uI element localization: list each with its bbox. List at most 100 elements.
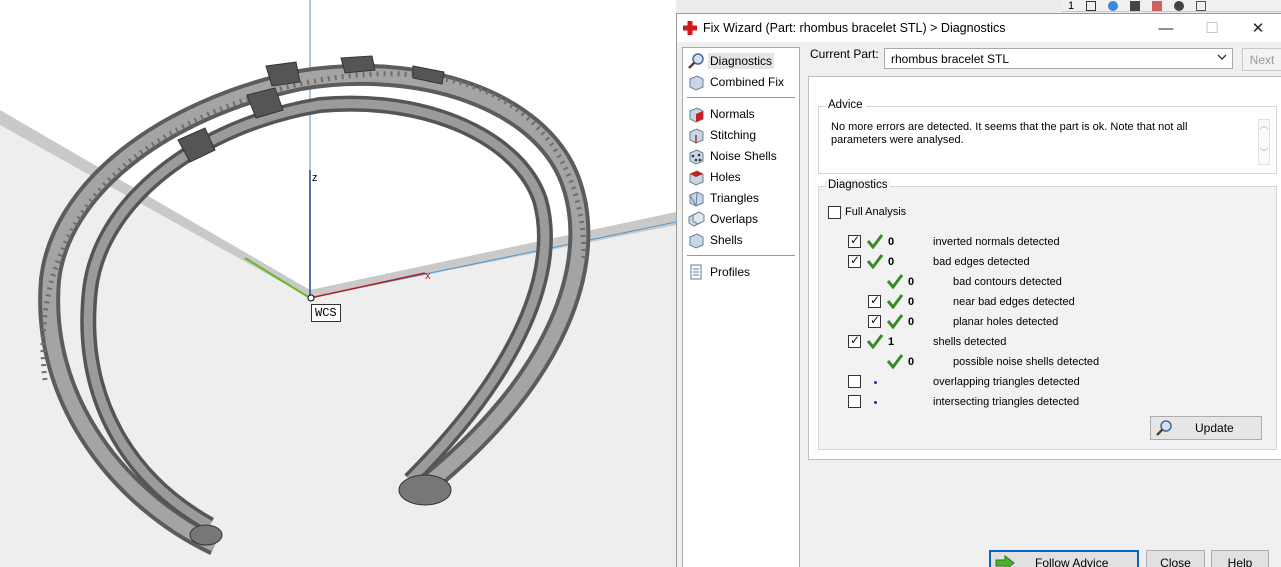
planar-holes-label: planar holes detected [953,316,1059,328]
nav-label: Overlaps [710,211,759,226]
nav-divider [687,255,795,256]
cube-outline-icon[interactable] [1196,0,1207,11]
nav-item-overlaps[interactable]: Overlaps [683,208,799,229]
planar-holes-checkbox[interactable] [868,313,881,328]
planar-holes-count: 0 [908,316,915,328]
nav-item-stitching[interactable]: Stitching [683,124,799,145]
scroll-down-icon[interactable]: ﹀ [1259,147,1269,158]
diagnostics-panel: Advice No more errors are detected. It s… [808,76,1281,460]
holes-cube-icon [689,169,704,186]
checkbox-icon[interactable] [1086,0,1097,11]
bad-edges-checkbox[interactable] [848,253,861,268]
help-button[interactable]: Help [1211,550,1269,567]
nav-label: Stitching [710,127,757,142]
sphere-icon[interactable] [1174,0,1185,11]
current-part-select[interactable]: rhombus bracelet STL [884,48,1233,69]
full-analysis-checkbox[interactable] [828,206,841,219]
nav-divider [687,97,795,98]
title-bar[interactable]: Fix Wizard (Part: rhombus bracelet STL) … [677,14,1281,42]
document-icon [690,264,702,279]
nav-label: Triangles [710,190,759,205]
nav-item-noise-shells[interactable]: Noise Shells [683,145,799,166]
stitching-cube-icon [689,127,704,144]
toolbar-value[interactable]: 1 [1068,0,1074,12]
3d-viewport[interactable]: z x WCS [0,0,676,567]
green-check-icon [866,254,884,269]
full-analysis-label: Full Analysis [845,206,907,218]
nav-label: Normals [710,106,755,121]
fix-wizard-dialog: Fix Wizard (Part: rhombus bracelet STL) … [676,13,1281,567]
noise-shells-icon [689,148,704,165]
current-part-label: Current Part: [810,47,879,61]
noise-shells-label: possible noise shells detected [953,356,1100,368]
follow-advice-button[interactable]: Follow Advice [989,550,1139,567]
scroll-up-icon[interactable]: ︿ [1259,120,1269,131]
overlaps-icon [688,210,705,227]
advice-group: Advice No more errors are detected. It s… [818,99,1277,174]
nav-item-normals[interactable]: Normals [683,103,799,124]
green-check-icon [866,334,884,349]
green-check-icon [886,354,904,369]
wizard-nav: Diagnostics Combined Fix Normals Stitchi… [682,47,800,567]
not-analysed-dot-icon [874,401,877,404]
inverted-normals-checkbox[interactable] [848,233,861,248]
red-cross-icon [683,21,697,35]
green-check-icon [886,294,904,309]
wcs-label: WCS [311,304,341,322]
z-axis-label: z [312,172,318,184]
nav-item-combined-fix[interactable]: Combined Fix [683,71,799,92]
cube-solid-icon[interactable] [1130,0,1141,11]
shells-icon [689,232,704,249]
cube-red-icon[interactable] [1152,0,1163,11]
nav-label: Diagnostics [708,52,775,69]
near-bad-edges-checkbox[interactable] [868,293,881,308]
advice-text: No more errors are detected. It seems th… [831,121,1188,146]
nav-label: Shells [710,232,743,247]
close-button[interactable]: Close [1146,550,1205,567]
shells-count: 1 [888,336,895,348]
noise-shells-count: 0 [908,356,915,368]
nav-item-shells[interactable]: Shells [683,229,799,250]
nav-item-profiles[interactable]: Profiles [683,261,799,282]
nav-label: Noise Shells [710,148,777,163]
nav-item-holes[interactable]: Holes [683,166,799,187]
green-check-icon [866,234,884,249]
close-window-button[interactable]: ✕ [1235,14,1281,42]
cube-fix-icon [689,74,704,91]
update-button[interactable]: Update [1150,416,1262,440]
maximize-button[interactable]: ☐ [1189,14,1235,42]
nav-item-triangles[interactable]: Triangles [683,187,799,208]
diagnostics-group: Diagnostics Full Analysis 0 inverted nor… [818,179,1277,450]
view-toolbar: 1 [1062,0,1281,12]
nav-label: Combined Fix [710,74,785,89]
x-axis-label: x [425,270,431,282]
bad-edges-count: 0 [888,256,895,268]
normals-cube-icon [689,106,704,123]
nav-item-diagnostics[interactable]: Diagnostics [683,50,799,71]
overlapping-triangles-checkbox[interactable] [848,375,861,388]
nav-label: Profiles [710,264,751,279]
shells-checkbox[interactable] [848,333,861,348]
diagnostics-title: Diagnostics [825,179,891,191]
advice-scrollbar[interactable]: ︿ ﹀ [1258,119,1270,165]
nav-label: Holes [710,169,741,184]
window-title: Fix Wizard (Part: rhombus bracelet STL) … [703,21,1006,35]
minimize-button[interactable]: — [1143,14,1189,42]
magnifier-icon [688,52,704,69]
green-check-icon [886,274,904,289]
shells-label: shells detected [933,336,1007,348]
triangles-icon [689,190,704,207]
inverted-normals-label: inverted normals detected [933,236,1060,248]
near-bad-edges-count: 0 [908,296,915,308]
eye-icon[interactable] [1108,0,1119,11]
chevron-down-icon [1217,54,1227,60]
update-label: Update [1195,421,1234,435]
next-button[interactable]: Next [1242,48,1281,71]
bad-contours-count: 0 [908,276,915,288]
intersecting-triangles-checkbox[interactable] [848,395,861,408]
inverted-normals-count: 0 [888,236,895,248]
not-analysed-dot-icon [874,381,877,384]
green-check-icon [886,314,904,329]
current-part-value: rhombus bracelet STL [891,52,1010,66]
bracelet-scene [0,0,676,567]
